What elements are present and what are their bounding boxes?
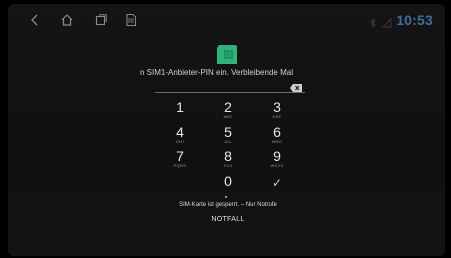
sim-card-icon — [215, 45, 239, 64]
recents-icon[interactable] — [94, 13, 108, 27]
plus-dot — [225, 196, 227, 198]
key-digit: 5 — [224, 124, 232, 140]
key-7[interactable]: 7 PQRS — [160, 149, 200, 171]
key-5[interactable]: 5 JKL — [208, 125, 248, 147]
backspace-icon[interactable] — [290, 79, 302, 92]
key-1[interactable]: 1 — [160, 100, 200, 122]
key-2[interactable]: 2 ABC — [208, 100, 248, 122]
pin-prompt: n SIM1-Anbieter-PIN ein. Verbleibende Ma… — [140, 68, 293, 77]
key-letters: JKL — [224, 139, 232, 144]
key-letters: GHI — [175, 139, 184, 144]
sim-locked-message: SIM-Karte ist gesperrt. – Nur Notrufe — [179, 202, 277, 208]
key-digit: 1 — [176, 99, 184, 115]
key-letters: ABC — [223, 114, 233, 119]
sim-card-icon — [124, 13, 138, 27]
key-digit: 8 — [224, 148, 232, 164]
key-0[interactable]: 0 — [208, 174, 248, 196]
key-letters: DEF — [272, 114, 282, 119]
signal-icon — [382, 15, 392, 28]
key-4[interactable]: 4 GHI — [160, 125, 200, 147]
checkmark-icon: ✓ — [271, 176, 283, 190]
home-icon[interactable] — [60, 13, 74, 27]
emergency-call-button[interactable]: NOTFALL — [198, 213, 258, 227]
key-digit: 9 — [273, 148, 281, 164]
key-letters: PQRS — [173, 163, 187, 168]
key-6[interactable]: 6 MNO — [257, 125, 297, 147]
confirm-button[interactable]: ✓ — [257, 176, 297, 198]
key-9[interactable]: 9 WXYZ — [257, 149, 297, 171]
status-indicators: 10:53 — [368, 12, 433, 29]
pin-input-field[interactable] — [155, 92, 305, 93]
key-digit: 3 — [273, 99, 281, 115]
key-letters: TUV — [223, 163, 233, 168]
key-8[interactable]: 8 TUV — [208, 149, 248, 171]
key-3[interactable]: 3 DEF — [257, 100, 297, 122]
key-letters: WXYZ — [270, 163, 284, 168]
status-bar: 10:53 — [8, 4, 445, 34]
bluetooth-icon — [368, 15, 378, 29]
key-letters: MNO — [271, 139, 283, 144]
lock-screen: 10:53 n SIM1-Anbieter-PIN ein. Verbleibe… — [8, 4, 445, 256]
back-icon[interactable] — [28, 13, 42, 27]
key-digit: 0 — [224, 173, 232, 189]
key-digit: 4 — [176, 124, 184, 140]
key-digit: 7 — [176, 148, 184, 164]
clock: 10:53 — [396, 12, 433, 28]
key-digit: 2 — [224, 99, 232, 115]
key-digit: 6 — [273, 124, 281, 140]
